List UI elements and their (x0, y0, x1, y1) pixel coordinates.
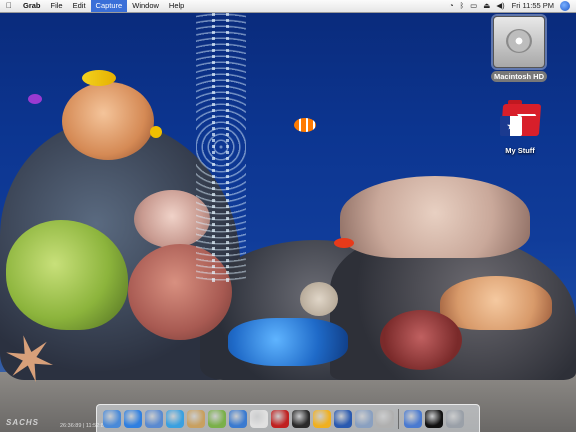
peach-coral (440, 276, 552, 330)
yellow-fish (82, 70, 116, 86)
network-icon[interactable] (354, 409, 373, 428)
red-fish (334, 238, 354, 248)
bubble-column (212, 12, 215, 282)
hard-drive-icon (493, 16, 545, 68)
sponge-coral (300, 282, 338, 316)
display-icon[interactable]: ▭ (470, 0, 477, 12)
giant-clam-coral (340, 176, 530, 258)
menu-capture[interactable]: Capture (90, 0, 128, 12)
blue-clam-coral (228, 318, 348, 366)
help-icon[interactable] (403, 409, 422, 428)
desktop-icon-label: Macintosh HD (490, 71, 547, 82)
time-machine-icon[interactable]: ◔ (449, 0, 454, 12)
system-preferences-icon[interactable] (333, 409, 352, 428)
safari-icon[interactable] (123, 409, 142, 428)
spotlight-icon[interactable] (560, 1, 570, 11)
dock-separator (398, 408, 399, 429)
clownfish (294, 118, 316, 132)
bubble-column (226, 12, 229, 282)
mail-icon[interactable] (144, 409, 163, 428)
preview-icon[interactable] (375, 409, 394, 428)
volume-icon[interactable]: ◀) (496, 0, 504, 12)
menu-file[interactable]: File (46, 0, 68, 12)
apple-menu-icon[interactable]:  (0, 0, 18, 12)
desktop[interactable]: ✶ SACHS 26:36:89 | 11:52:8  Grab File E… (0, 0, 576, 432)
terminal-icon[interactable] (424, 409, 443, 428)
menu-window[interactable]: Window (127, 0, 164, 12)
red-folder-icon: ★ (498, 100, 542, 144)
menu-bar:  Grab File Edit Capture Window Help ◔ ᛒ… (0, 0, 576, 13)
imovie-icon[interactable] (249, 409, 268, 428)
iphoto-icon[interactable] (228, 409, 247, 428)
itunes-icon[interactable] (207, 409, 226, 428)
menu-edit[interactable]: Edit (68, 0, 91, 12)
desktop-icon-my-stuff[interactable]: ★ My Stuff (492, 100, 548, 155)
finder-icon[interactable] (102, 409, 121, 428)
menu-extras: ◔ ᛒ ▭ ⏏ ◀) Fri 11:55 PM (443, 0, 570, 12)
desktop-icon-macintosh-hd[interactable]: Macintosh HD (488, 16, 550, 82)
orange-coral (62, 82, 154, 160)
bubble-stream (196, 12, 246, 282)
dashboard-icon[interactable] (291, 409, 310, 428)
red-coral (380, 310, 462, 370)
purple-fish (28, 94, 42, 104)
eject-icon[interactable]: ⏏ (483, 0, 490, 12)
menu-clock[interactable]: Fri 11:55 PM (512, 0, 554, 12)
bluetooth-icon[interactable]: ᛒ (460, 0, 465, 12)
desktop-icon-label: My Stuff (505, 146, 535, 155)
chess-icon[interactable] (312, 409, 331, 428)
menu-help[interactable]: Help (164, 0, 189, 12)
dock (96, 404, 480, 432)
small-yellow-fish (150, 126, 162, 138)
garageband-icon[interactable] (270, 409, 289, 428)
address-book-icon[interactable] (186, 409, 205, 428)
wallpaper-logo: SACHS (6, 418, 40, 427)
ichat-icon[interactable] (165, 409, 184, 428)
trash-icon[interactable] (445, 409, 464, 428)
menu-app-grab[interactable]: Grab (18, 0, 46, 12)
